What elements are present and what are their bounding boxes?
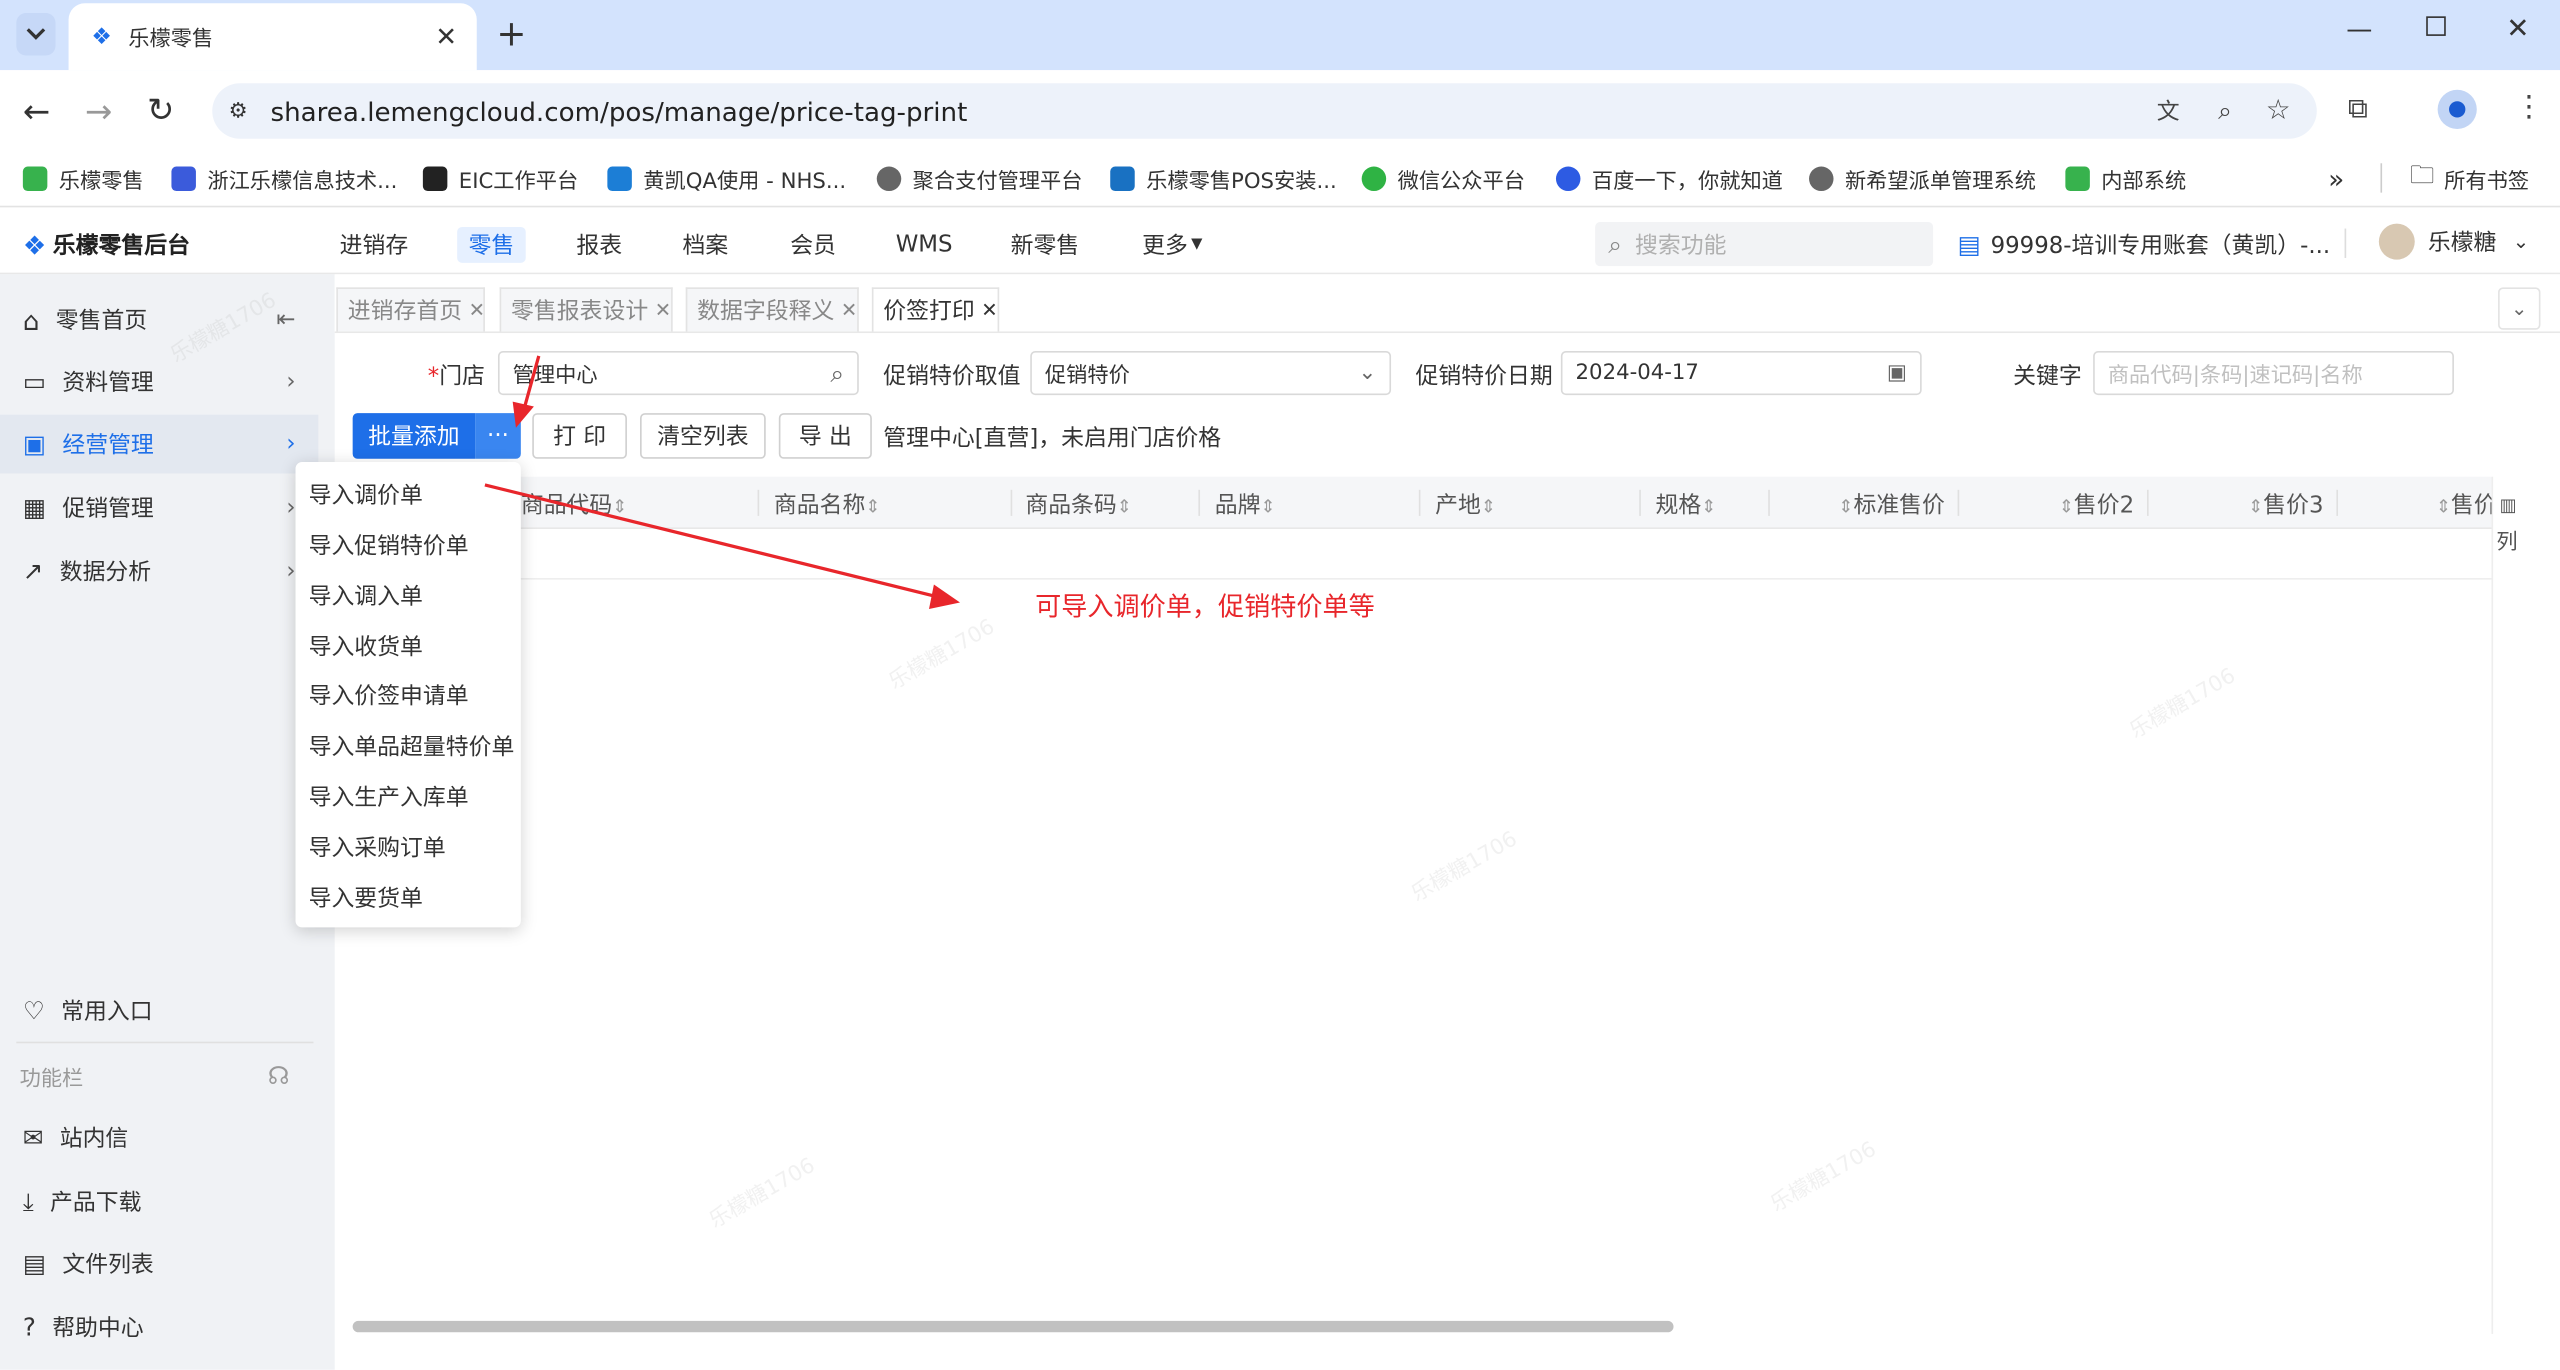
arrowhead-icon bbox=[929, 584, 961, 609]
annotation-note: 可导入调价单，促销特价单等 bbox=[1035, 591, 1375, 623]
annotation-arrow-line bbox=[484, 483, 948, 601]
annotation-arrows bbox=[484, 355, 961, 609]
viewport: ❖ 乐檬零售 ✕ + — ✕ ← → ↻ ⚙ sharea.lemengclou… bbox=[0, 0, 2560, 1370]
arrowhead-icon bbox=[512, 401, 534, 428]
